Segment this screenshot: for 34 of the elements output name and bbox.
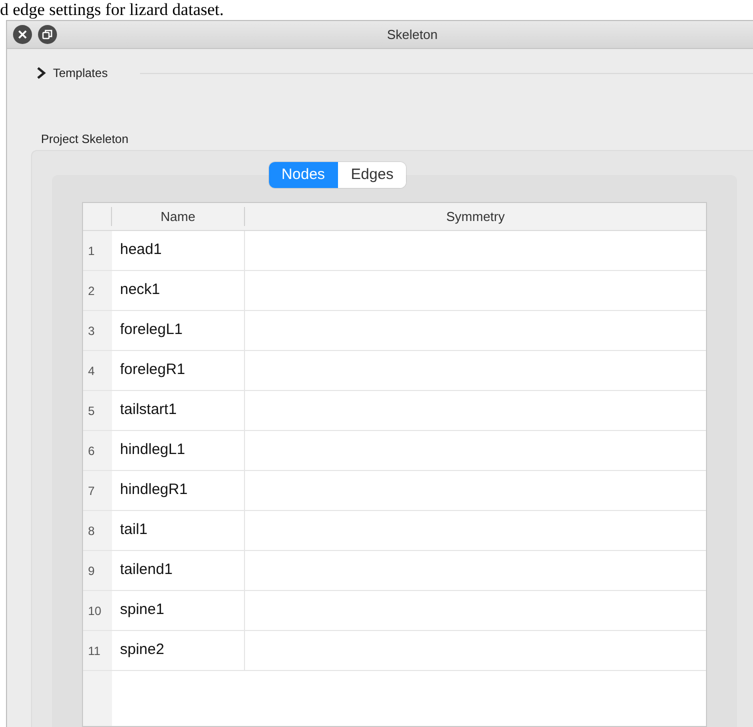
row-number: 2 (83, 271, 112, 310)
table-cell: hindlegR1 (112, 471, 245, 510)
row-number: 8 (83, 511, 112, 550)
table-cell: head1 (112, 231, 245, 270)
row-number: 6 (83, 431, 112, 470)
window-title: Skeleton (387, 26, 438, 44)
row-number: 7 (83, 471, 112, 510)
row-header-strip (83, 671, 112, 726)
table-cell: spine1 (112, 591, 245, 630)
table-cell: forelegL1 (112, 311, 245, 350)
column-header[interactable]: Symmetry (245, 207, 706, 226)
table-cell: tailend1 (112, 551, 245, 590)
table-cell: spine2 (112, 631, 245, 670)
restore-button[interactable] (38, 25, 57, 44)
close-button[interactable] (13, 25, 32, 44)
row-number: 11 (83, 631, 112, 670)
table-cell: tailstart1 (112, 391, 245, 430)
restore-icon (42, 29, 53, 40)
caption-text: d edge settings for lizard dataset. (0, 0, 224, 20)
templates-toggle[interactable]: Templates (35, 64, 108, 82)
row-number: 5 (83, 391, 112, 430)
column-header[interactable]: Name (112, 207, 245, 226)
close-icon (18, 30, 27, 39)
row-number: 3 (83, 311, 112, 350)
row-number: 9 (83, 551, 112, 590)
table-cell: forelegR1 (112, 351, 245, 390)
row-number: 10 (83, 591, 112, 630)
table-cell: tail1 (112, 511, 245, 550)
table-cell: neck1 (112, 271, 245, 310)
tab[interactable]: Edges (338, 162, 406, 188)
row-number: 1 (83, 231, 112, 270)
group-title: Project Skeleton (41, 131, 130, 147)
table-cell: hindlegL1 (112, 431, 245, 470)
row-number: 4 (83, 351, 112, 390)
